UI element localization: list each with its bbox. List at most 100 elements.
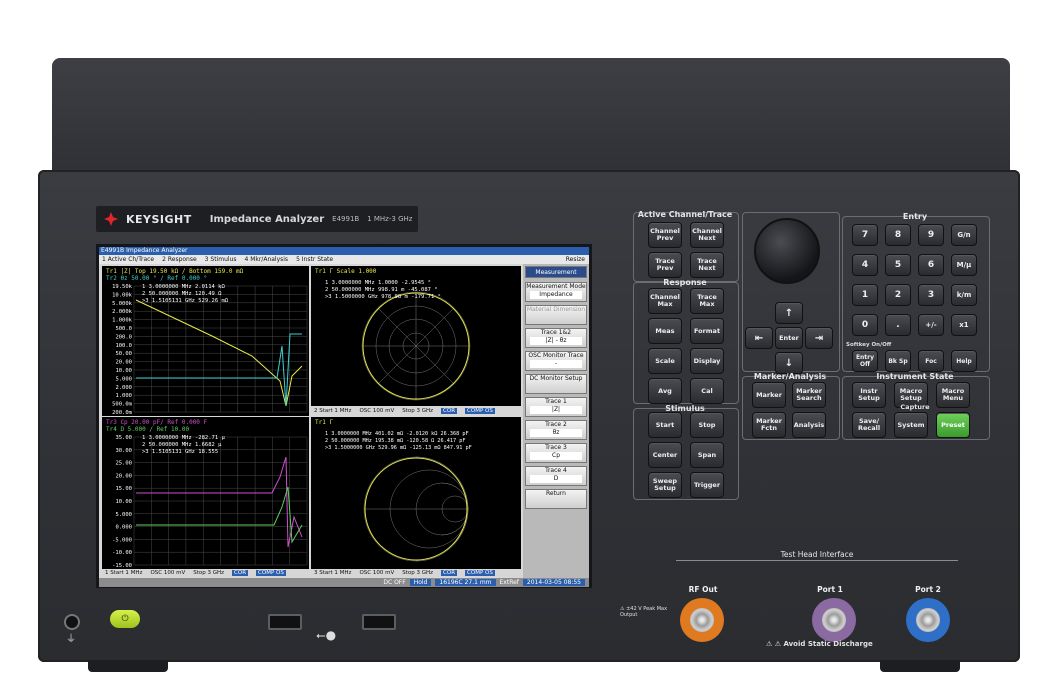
- marker-search-button[interactable]: Marker Search: [792, 382, 826, 408]
- key-9[interactable]: 9: [918, 224, 944, 246]
- key-g-n[interactable]: G/n: [951, 224, 977, 246]
- key-4[interactable]: 4: [852, 254, 878, 276]
- softkey-4[interactable]: OSC Monitor Trace -: [525, 351, 587, 371]
- key-plus-minus[interactable]: +/-: [918, 314, 944, 336]
- key-5[interactable]: 5: [885, 254, 911, 276]
- softkey-value: Impedance: [530, 291, 582, 299]
- focus-button[interactable]: Foc: [918, 350, 944, 372]
- softkey-3[interactable]: Trace 1&2 |Z| - θz: [525, 328, 587, 348]
- save-recall-button[interactable]: Save/ Recall: [852, 412, 886, 438]
- key-8[interactable]: 8: [885, 224, 911, 246]
- instrument-photo: KEYSIGHT Impedance Analyzer E4991B 1 MHz…: [0, 0, 1039, 686]
- pane-impedance[interactable]: Tr1 |Z| Top 19.50 kΩ / Bottom 159.0 mΩ T…: [102, 266, 309, 416]
- stop-button[interactable]: Stop: [690, 412, 724, 438]
- softkey-value: Cp: [530, 452, 582, 460]
- y-tick-label: 5.000k: [112, 301, 133, 307]
- preset-button[interactable]: Preset: [936, 412, 970, 438]
- channel-prev-button[interactable]: Channel Prev: [648, 222, 682, 248]
- softkey-7[interactable]: Trace 2 θz: [525, 420, 587, 440]
- y-tick-label: 500.0m: [112, 402, 133, 408]
- arrow-left-button[interactable]: ⇤: [745, 327, 773, 349]
- arrow-right-button[interactable]: ⇥: [805, 327, 833, 349]
- rotary-knob[interactable]: [754, 218, 820, 284]
- help-button[interactable]: Help: [951, 350, 977, 372]
- key-2[interactable]: 2: [885, 284, 911, 306]
- menu-instr[interactable]: 5 Instr State: [296, 255, 333, 264]
- pane-br-marker1: 1 3.0000000 MHz 401.02 mΩ -2.0120 kΩ 26.…: [325, 431, 469, 437]
- power-button[interactable]: ⏻: [110, 610, 140, 628]
- marker-button[interactable]: Marker: [752, 382, 786, 408]
- analysis-button[interactable]: Analysis: [792, 412, 826, 438]
- menu-response[interactable]: 2 Response: [162, 255, 197, 264]
- status3-start: 3 Start 1 MHz: [314, 570, 352, 576]
- softkey-2[interactable]: Material Dimension: [525, 305, 587, 325]
- display-button[interactable]: Display: [690, 348, 724, 374]
- channel-next-button[interactable]: Channel Next: [690, 222, 724, 248]
- enter-button[interactable]: Enter: [775, 327, 803, 349]
- pane-br-marker3: >3 1.5000000 GHz 529.96 mΩ -125.13 mΩ 84…: [325, 445, 472, 451]
- center-button[interactable]: Center: [648, 442, 682, 468]
- key-k-m[interactable]: k/m: [951, 284, 977, 306]
- softkey-5[interactable]: DC Monitor Setup: [525, 374, 587, 394]
- ground-terminal[interactable]: [64, 614, 80, 630]
- y-tick-label: 200.0: [115, 334, 132, 340]
- softkey-10[interactable]: Return: [525, 489, 587, 509]
- key-x1[interactable]: x1: [951, 314, 977, 336]
- static-warning: ⚠ ⚠ Avoid Static Discharge: [766, 640, 873, 648]
- group-instr-title: Instrument State: [876, 372, 954, 381]
- status2-start: 2 Start 1 MHz: [314, 408, 352, 414]
- key-6[interactable]: 6: [918, 254, 944, 276]
- key-0[interactable]: 0: [852, 314, 878, 336]
- softkey-8[interactable]: Trace 3 Cp: [525, 443, 587, 463]
- key-1[interactable]: 1: [852, 284, 878, 306]
- impedance-plot: Tr1 |Z| Top 19.50 kΩ / Bottom 159.0 mΩ T…: [106, 268, 308, 416]
- softkey-9[interactable]: Trace 4D: [525, 466, 587, 486]
- channel-max-button[interactable]: Channel Max: [648, 288, 682, 314]
- capacitance-plot: Tr3 Cp 20.00 pF/ Ref 0.000 F Tr4 D 5.000…: [106, 419, 308, 569]
- y-tick-label: 10.00: [115, 368, 132, 374]
- system-button[interactable]: System: [894, 412, 928, 438]
- trace-max-button[interactable]: Trace Max: [690, 288, 724, 314]
- avg-button[interactable]: Avg: [648, 378, 682, 404]
- y-tick-label: 30.00: [115, 448, 132, 454]
- sweep-setup-button[interactable]: Sweep Setup: [648, 472, 682, 498]
- key-dot[interactable]: .: [885, 314, 911, 336]
- resize-button[interactable]: Resize: [566, 255, 585, 264]
- meas-button[interactable]: Meas: [648, 318, 682, 344]
- usb-port-2[interactable]: [362, 614, 396, 630]
- pane-tl-header1: Tr1 |Z| Top 19.50 kΩ / Bottom 159.0 mΩ: [106, 268, 244, 275]
- arrow-up-button[interactable]: ↑: [775, 302, 803, 324]
- group-active-title: Active Channel/Trace: [637, 210, 733, 219]
- start-button[interactable]: Start: [648, 412, 682, 438]
- entry-off-button[interactable]: Entry Off: [852, 350, 878, 372]
- menu-stimulus[interactable]: 3 Stimulus: [205, 255, 237, 264]
- pane-reflection[interactable]: Tr1 Γ Scale 1.000 1 3.0000000 MHz 1.0000…: [311, 266, 521, 406]
- scale-button[interactable]: Scale: [648, 348, 682, 374]
- rf-out-connector[interactable]: [680, 598, 724, 642]
- y-tick-label: 50.00: [115, 351, 132, 357]
- y-tick-label: -10.00: [112, 550, 132, 556]
- port1-connector[interactable]: [812, 598, 856, 642]
- menu-active[interactable]: 1 Active Ch/Trace: [102, 255, 154, 264]
- usb-port-1[interactable]: [268, 614, 302, 630]
- softkey-6[interactable]: Trace 1 |Z|: [525, 397, 587, 417]
- cal-button[interactable]: Cal: [690, 378, 724, 404]
- menu-marker[interactable]: 4 Mkr/Analysis: [244, 255, 288, 264]
- format-button[interactable]: Format: [690, 318, 724, 344]
- pane-capacitance[interactable]: Tr3 Cp 20.00 pF/ Ref 0.000 F Tr4 D 5.000…: [102, 417, 309, 569]
- trigger-button[interactable]: Trigger: [690, 472, 724, 498]
- key-m-mu[interactable]: M/μ: [951, 254, 977, 276]
- key-7[interactable]: 7: [852, 224, 878, 246]
- backspace-button[interactable]: Bk Sp: [885, 350, 911, 372]
- pane-smith[interactable]: Tr1 Γ 1 3.0000000 MHz 401.02 mΩ -2.0120 …: [311, 417, 521, 569]
- softkey-1[interactable]: Measurement Mode Impedance: [525, 282, 587, 302]
- status-bar-2: 2 Start 1 MHz OSC 100 mV Stop 3 GHz COR …: [311, 407, 521, 415]
- port2-connector[interactable]: [906, 598, 950, 642]
- marker-fctn-button[interactable]: Marker Fctn: [752, 412, 786, 438]
- trace-prev-button[interactable]: Trace Prev: [648, 252, 682, 278]
- trace-next-button[interactable]: Trace Next: [690, 252, 724, 278]
- key-3[interactable]: 3: [918, 284, 944, 306]
- port1-center-icon: [822, 608, 846, 632]
- arrow-down-button[interactable]: ↓: [775, 352, 803, 374]
- span-button[interactable]: Span: [690, 442, 724, 468]
